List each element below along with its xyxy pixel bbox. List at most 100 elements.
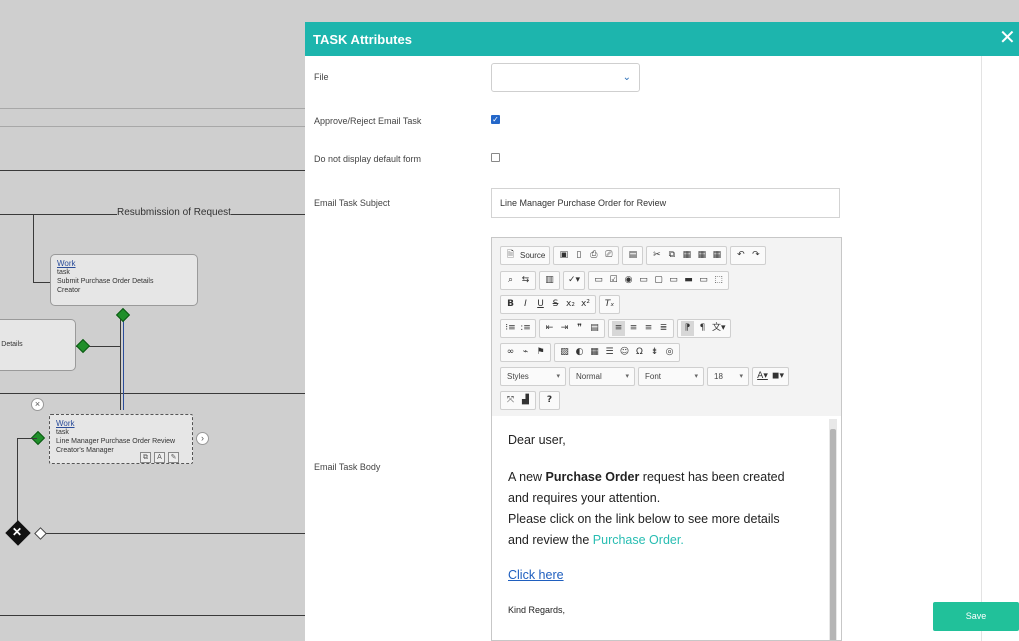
gateway-diamond[interactable] (75, 338, 91, 354)
radio-icon[interactable]: ◉ (622, 273, 635, 288)
link-icon[interactable]: ∞ (504, 345, 517, 360)
text-color-icon[interactable]: A▾ (756, 369, 769, 384)
paste-icon[interactable]: ▦ (680, 248, 693, 263)
font-dropdown[interactable]: Font ▾ (638, 367, 704, 386)
page-break-icon[interactable]: ⇟ (648, 345, 661, 360)
indent-icon[interactable]: ⇥ (558, 321, 571, 336)
unlink-icon[interactable]: ⌁ (519, 345, 532, 360)
close-node-icon[interactable]: × (31, 398, 44, 411)
new-page-icon[interactable]: ▯ (572, 248, 585, 263)
spellcheck-icon[interactable]: ✓▾ (567, 273, 581, 288)
align-center-icon[interactable]: ≡ (627, 321, 640, 336)
bullet-list-icon[interactable]: :≡ (519, 321, 532, 336)
bg-color-icon[interactable]: ◼▾ (771, 369, 785, 384)
workflow-node-submit[interactable]: Work task Submit Purchase Order Details … (50, 254, 198, 306)
select-icon[interactable]: ▭ (667, 273, 680, 288)
outdent-icon[interactable]: ⇤ (543, 321, 556, 336)
horizontal-rule-icon[interactable]: ☰ (603, 345, 616, 360)
editor-scrollbar[interactable] (829, 419, 837, 640)
justify-icon[interactable]: ≣ (657, 321, 670, 336)
rich-text-editor[interactable]: 🗎 Source ▣ ▯ ⎙ ⎚ ▤ ✂ ⧉ ▦ ▦ ▦ ↶ ↷ ⌕ ⇆ ▥ ✓… (491, 237, 842, 641)
gateway-diamond[interactable] (115, 307, 131, 323)
image-button-icon[interactable]: ▭ (697, 273, 710, 288)
bold-icon[interactable]: B (504, 297, 517, 312)
format-label: Normal (576, 372, 602, 381)
replace-icon[interactable]: ⇆ (519, 273, 532, 288)
maximize-icon[interactable]: ⤧ (504, 393, 517, 408)
checkbox-icon[interactable]: ☑ (607, 273, 620, 288)
anchor-icon[interactable]: ⚑ (534, 345, 547, 360)
superscript-icon[interactable]: x² (579, 297, 592, 312)
blockquote-icon[interactable]: ❞ (573, 321, 586, 336)
format-dropdown[interactable]: Normal ▾ (569, 367, 635, 386)
special-char-icon[interactable]: Ω (633, 345, 646, 360)
find-icon[interactable]: ⌕ (504, 273, 517, 288)
print-icon[interactable]: ⎚ (602, 248, 615, 263)
paste-text-icon[interactable]: ▦ (695, 248, 708, 263)
cut-icon[interactable]: ✂ (650, 248, 663, 263)
node-name: r Details (0, 341, 23, 348)
ltr-icon[interactable]: ⁋ (681, 321, 694, 336)
button-icon[interactable]: ▬ (682, 273, 695, 288)
underline-icon[interactable]: U (534, 297, 547, 312)
copy-icon[interactable]: ⧉ (140, 452, 151, 463)
textfield-icon[interactable]: ▭ (637, 273, 650, 288)
numbered-list-icon[interactable]: ⁝≡ (504, 321, 517, 336)
approve-reject-checkbox[interactable]: ✓ (491, 115, 500, 124)
hidden-field-icon[interactable]: ⬚ (712, 273, 725, 288)
language-icon[interactable]: 文▾ (711, 321, 727, 336)
italic-icon[interactable]: I (519, 297, 532, 312)
save-icon[interactable]: ▣ (557, 248, 570, 263)
preview-icon[interactable]: ⎙ (587, 248, 600, 263)
next-arrow-icon[interactable]: › (196, 432, 209, 445)
styles-dropdown[interactable]: Styles ▾ (500, 367, 566, 386)
text-icon[interactable]: A (154, 452, 165, 463)
subject-input[interactable]: Line Manager Purchase Order for Review (491, 188, 840, 218)
size-dropdown[interactable]: 18 ▾ (707, 367, 749, 386)
approve-reject-label: Approve/Reject Email Task (314, 116, 422, 126)
editor-body[interactable]: Dear user, A new Purchase Order request … (492, 416, 841, 640)
chevron-down-icon: ▾ (556, 373, 560, 380)
subscript-icon[interactable]: x₂ (564, 297, 577, 312)
undo-icon[interactable]: ↶ (734, 248, 747, 263)
click-here-link[interactable]: Click here (508, 568, 564, 582)
chevron-down-icon: ▾ (625, 373, 629, 380)
iframe-icon[interactable]: ◎ (663, 345, 676, 360)
body-paragraph: A new Purchase Order request has been cr… (508, 467, 827, 488)
show-blocks-icon[interactable]: ▟ (519, 393, 532, 408)
copy-icon[interactable]: ⧉ (665, 248, 678, 263)
save-button[interactable]: Save (933, 602, 1019, 631)
align-right-icon[interactable]: ≡ (642, 321, 655, 336)
file-select[interactable]: ⌄ (491, 63, 640, 92)
node-type: task (56, 429, 69, 436)
rtl-icon[interactable]: ¶ (696, 321, 709, 336)
div-icon[interactable]: ▤ (588, 321, 601, 336)
select-all-icon[interactable]: ▥ (543, 273, 556, 288)
redo-icon[interactable]: ↷ (749, 248, 762, 263)
help-icon[interactable]: ? (543, 393, 556, 408)
paste-word-icon[interactable]: ▦ (710, 248, 723, 263)
workflow-node-partial[interactable]: r Details (0, 319, 76, 371)
table-icon[interactable]: ▦ (588, 345, 601, 360)
panel-title: TASK Attributes (313, 32, 412, 47)
form-icon[interactable]: ▭ (592, 273, 605, 288)
node-title: Work (56, 419, 75, 428)
flash-icon[interactable]: ◐ (573, 345, 586, 360)
strike-icon[interactable]: S (549, 297, 562, 312)
edit-icon[interactable]: ✎ (168, 452, 179, 463)
smiley-icon[interactable]: ☺ (618, 345, 631, 360)
flow-edge (46, 533, 305, 534)
source-button[interactable]: Source (519, 248, 546, 263)
gateway-diamond[interactable] (34, 527, 47, 540)
templates-icon[interactable]: ▤ (626, 248, 639, 263)
remove-format-icon[interactable]: Tₓ (603, 297, 616, 312)
panel-header: TASK Attributes ✕ (305, 22, 1019, 56)
scrollbar-thumb[interactable] (830, 429, 836, 640)
close-icon[interactable]: ✕ (999, 28, 1019, 48)
textarea-icon[interactable]: ▢ (652, 273, 665, 288)
edge-label: Resubmission of Request (117, 207, 231, 218)
image-icon[interactable]: ▨ (558, 345, 571, 360)
align-left-icon[interactable]: ≡ (612, 321, 625, 336)
greeting-text: Dear user, (508, 433, 566, 447)
no-default-form-checkbox[interactable] (491, 153, 500, 162)
